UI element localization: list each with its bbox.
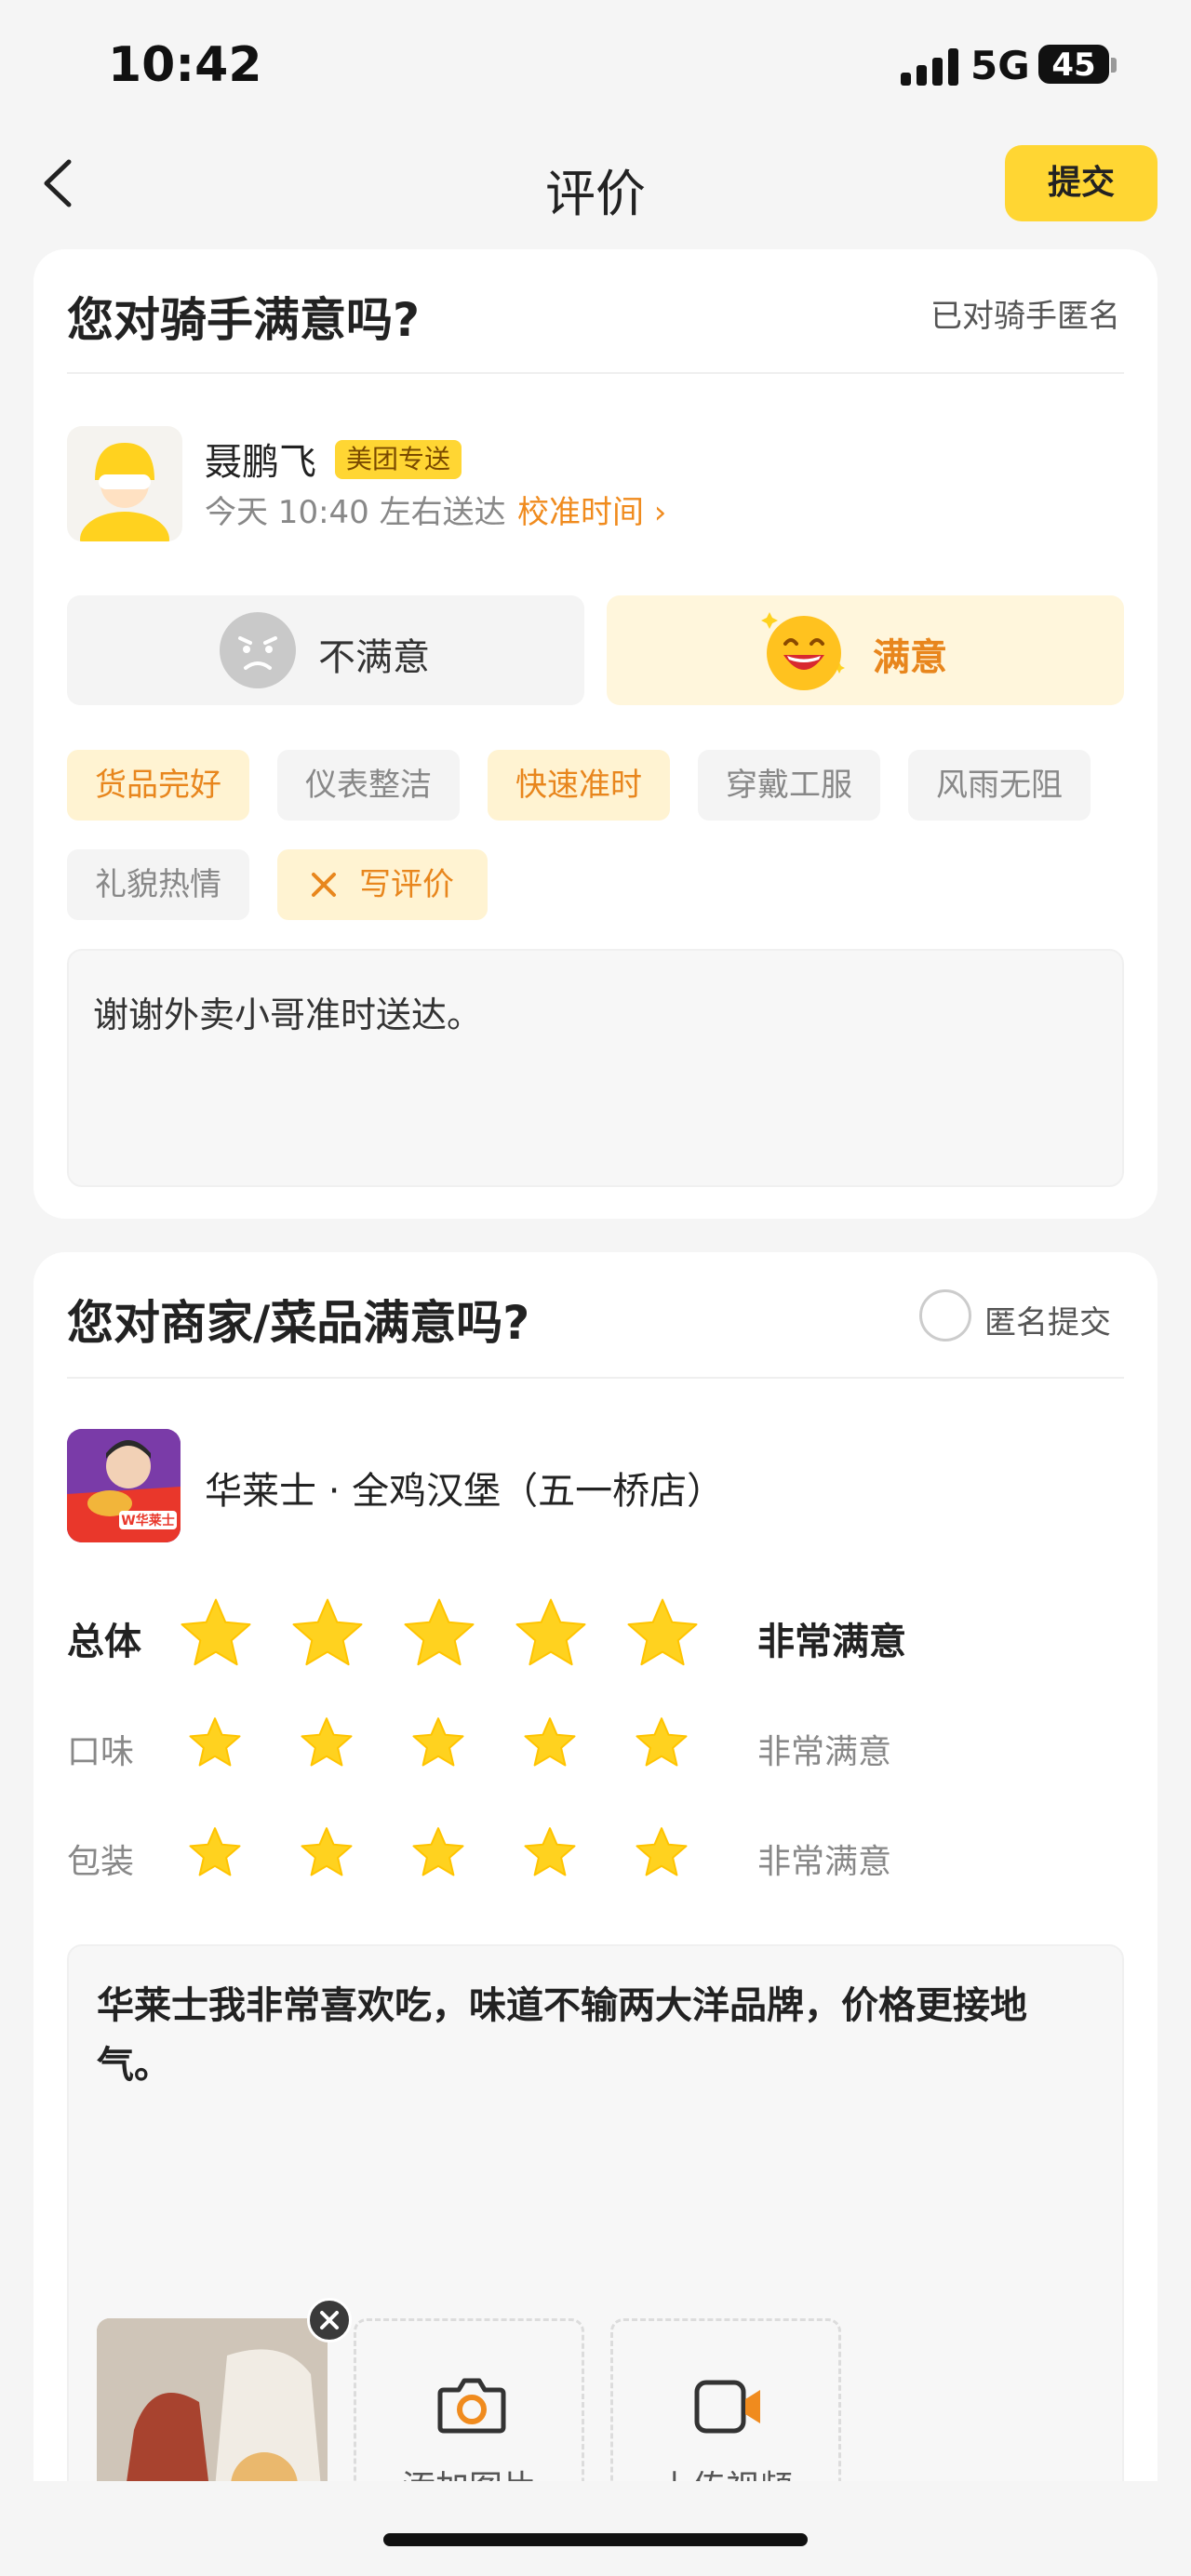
star-icon[interactable] xyxy=(514,1598,588,1673)
sad-face-icon xyxy=(220,612,296,688)
status-time: 10:42 xyxy=(108,37,262,93)
satisfied-button[interactable]: 满意 xyxy=(607,595,1124,705)
nav-bar: 评价 提交 xyxy=(0,130,1191,242)
rider-section-title: 您对骑手满意吗? xyxy=(67,293,421,347)
shop-review-card: 您对商家/菜品满意吗? 匿名提交 W华莱士 华莱士 · 全鸡汉堡（五一桥店） 总… xyxy=(33,1252,1158,2576)
star-icon[interactable] xyxy=(290,1598,365,1673)
star-icon[interactable] xyxy=(179,1598,253,1673)
signal-icon xyxy=(901,48,960,86)
star-icon[interactable] xyxy=(523,1717,577,1771)
remove-photo-button[interactable] xyxy=(307,2298,352,2342)
star-icon[interactable] xyxy=(300,1717,354,1771)
dissatisfied-button[interactable]: 不满意 xyxy=(67,595,584,705)
submit-button[interactable]: 提交 xyxy=(1005,145,1158,221)
shop-section-title: 您对商家/菜品满意吗? xyxy=(67,1296,530,1350)
write-review-button[interactable]: 写评价 xyxy=(277,849,488,920)
anonymous-label: 匿名提交 xyxy=(984,1304,1111,1341)
network-label: 5G xyxy=(970,43,1030,88)
status-bar: 10:42 5G 45 xyxy=(0,0,1191,130)
battery-icon: 45 xyxy=(1038,45,1109,84)
happy-face-icon xyxy=(761,612,845,690)
star-icon[interactable] xyxy=(625,1598,700,1673)
adjust-time-link[interactable]: 校准时间 › xyxy=(517,487,666,532)
star-icon[interactable] xyxy=(402,1598,476,1673)
star-icon[interactable] xyxy=(523,1827,577,1881)
rating-word-packaging: 非常满意 xyxy=(757,1843,892,1881)
star-icon[interactable] xyxy=(188,1827,242,1881)
shop-review-text: 华莱士我非常喜欢吃，味道不输两大洋品牌，价格更接地气。 xyxy=(97,1984,1027,2087)
rider-review-card: 您对骑手满意吗? 已对骑手匿名 聂鹏飞 美团专送 今天 10:40 左右送达 校… xyxy=(33,249,1158,1219)
rating-label-packaging: 包装 xyxy=(67,1843,135,1881)
tag-wearing-uniform[interactable]: 穿戴工服 xyxy=(698,750,880,821)
star-icon[interactable] xyxy=(188,1717,242,1771)
star-icon[interactable] xyxy=(300,1827,354,1881)
rider-comment-text: 谢谢外卖小哥准时送达。 xyxy=(93,994,483,1035)
tag-goods-intact[interactable]: 货品完好 xyxy=(67,750,249,821)
divider xyxy=(67,372,1124,374)
star-icon[interactable] xyxy=(411,1827,465,1881)
tag-polite[interactable]: 礼貌热情 xyxy=(67,849,249,920)
satisfied-label: 满意 xyxy=(873,636,947,679)
dissatisfied-label: 不满意 xyxy=(318,636,430,679)
shop-logo: W华莱士 xyxy=(67,1429,181,1542)
star-icon[interactable] xyxy=(635,1717,689,1771)
rating-word-overall: 非常满意 xyxy=(757,1621,906,1663)
write-review-label: 写评价 xyxy=(359,866,454,903)
battery-tip xyxy=(1111,58,1117,73)
star-icon[interactable] xyxy=(635,1827,689,1881)
rating-label-overall: 总体 xyxy=(67,1621,141,1663)
tag-all-weather[interactable]: 风雨无阻 xyxy=(908,750,1091,821)
rider-anonymous-label: 已对骑手匿名 xyxy=(930,298,1120,335)
star-icon[interactable] xyxy=(411,1717,465,1771)
close-icon xyxy=(312,873,336,897)
rider-name: 聂鹏飞 xyxy=(205,441,316,484)
rating-word-taste: 非常满意 xyxy=(757,1733,892,1771)
rating-label-taste: 口味 xyxy=(67,1733,135,1771)
delivery-time: 今天 10:40 左右送达 xyxy=(205,494,506,531)
video-icon xyxy=(694,2380,760,2434)
tag-fast-on-time[interactable]: 快速准时 xyxy=(488,750,670,821)
rider-badge: 美团专送 xyxy=(335,440,462,479)
tag-neat-appearance[interactable]: 仪表整洁 xyxy=(277,750,460,821)
rider-avatar xyxy=(67,426,182,541)
divider xyxy=(67,1377,1124,1379)
bottom-safe-area xyxy=(0,2481,1191,2576)
anonymous-radio[interactable] xyxy=(919,1289,971,1341)
rider-comment-field[interactable]: 谢谢外卖小哥准时送达。 xyxy=(67,949,1124,1187)
shop-logo-text: W华莱士 xyxy=(121,1513,174,1528)
home-indicator xyxy=(383,2533,808,2546)
battery-level: 45 xyxy=(1051,47,1096,84)
camera-icon xyxy=(437,2378,506,2434)
shop-name: 华莱士 · 全鸡汉堡（五一桥店） xyxy=(205,1470,725,1513)
close-icon xyxy=(320,2311,339,2329)
